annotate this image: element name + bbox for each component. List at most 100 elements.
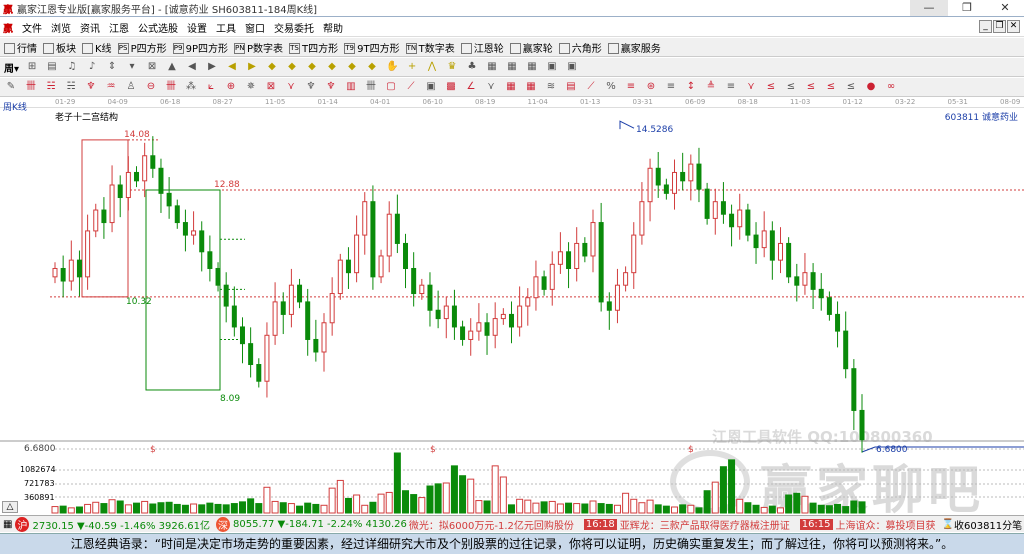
candle-body (239, 326, 245, 345)
candle-body (337, 259, 343, 295)
candle-body (712, 201, 718, 219)
candle-body (843, 330, 849, 370)
volume-bar (817, 504, 825, 514)
volume-bar (801, 495, 809, 514)
candle-body (207, 251, 213, 269)
volume-bar (92, 501, 100, 514)
receive-status: 收603811分笔 (953, 520, 1023, 532)
label-box-low: 8.09 (220, 394, 240, 404)
candle-body (125, 171, 131, 199)
candle-body (321, 322, 327, 353)
volume-bar (565, 502, 573, 514)
volume-bar (149, 503, 157, 514)
candle-body (688, 163, 694, 182)
candle-body (427, 284, 433, 311)
candle-body (288, 284, 294, 315)
candle-body (199, 230, 205, 253)
volume-bar (84, 503, 92, 514)
volume-bar (190, 503, 198, 514)
candle-body (598, 222, 604, 303)
sh-index[interactable]: 2730.15 ▼-40.59 -1.46% 3926.61亿 (32, 517, 210, 532)
volume-bar (157, 502, 165, 514)
volume-bar (279, 502, 287, 514)
volume-bar (622, 492, 630, 514)
status-bar: ▦ 沪 2730.15 ▼-40.59 -1.46% 3926.61亿 深 80… (0, 515, 1024, 532)
volume-bar (597, 503, 605, 514)
volume-bar (630, 498, 638, 514)
volume-bar (59, 505, 67, 514)
volume-bar (402, 490, 410, 514)
volume-bar (834, 503, 842, 514)
collapse-volume-button[interactable]: △ (2, 501, 18, 513)
candle-body (386, 213, 392, 257)
candle-body (566, 251, 572, 269)
volume-bar (116, 500, 124, 514)
volume-bar (507, 504, 515, 514)
news-item-3[interactable]: 上海谊众：募投项目获 (836, 517, 936, 532)
label-peak: 14.5286 (636, 125, 673, 135)
candle-body (769, 230, 775, 261)
candle-body (606, 301, 612, 311)
volume-bar (328, 487, 336, 514)
volume-bar (434, 483, 442, 514)
volume-bar (67, 507, 75, 514)
candle-body (101, 209, 107, 224)
volume-bar (263, 486, 271, 514)
candle-body (508, 313, 514, 328)
volume-bar (312, 503, 320, 514)
volume-bar (141, 500, 149, 514)
candle-body (166, 192, 172, 207)
sz-index[interactable]: 8055.77 ▼-184.71 -2.24% 4130.26 (233, 519, 407, 530)
candle-body (345, 259, 351, 274)
candle-body (810, 272, 816, 290)
news-time-3: 16:15 (799, 518, 833, 530)
volume-bar (703, 490, 711, 514)
news-item-2[interactable]: 亚辉龙：三款产品取得医疗器械注册证 (620, 517, 790, 532)
candle-body (468, 330, 474, 340)
dividend-marker: $ (430, 445, 436, 455)
candle-body (549, 263, 555, 290)
candle-body (158, 167, 164, 194)
volume-bar (768, 505, 776, 514)
volume-bar (679, 504, 687, 514)
candle-body (533, 276, 539, 299)
volume-bar (499, 476, 507, 514)
volume-bar (361, 504, 369, 514)
volume-bar (719, 466, 727, 514)
candle-body (517, 305, 523, 328)
candle-body (411, 267, 417, 295)
price-scale-low: 6.6800 (24, 444, 56, 454)
candle-body (663, 184, 669, 194)
sz-badge: 深 (216, 516, 230, 532)
candle-body (672, 171, 678, 194)
candle-body (362, 201, 368, 236)
volume-bar (426, 485, 434, 514)
candle-body (794, 276, 800, 286)
candle-body (851, 368, 857, 411)
volume-bar (238, 501, 246, 514)
volume-bar (100, 503, 108, 514)
candle-body (525, 297, 531, 307)
candle-body (476, 322, 482, 332)
volume-bar (654, 504, 662, 514)
kline-chart[interactable]: 14.08 12.88 10.32 8.09 14.5286 6.6800 $ $ $ (0, 0, 1024, 514)
volume-bar (206, 502, 214, 514)
news-item-1[interactable]: 微光：拟6000万元-1.2亿元回购股份 (409, 517, 574, 532)
candle-body (859, 409, 865, 441)
volume-bar (320, 504, 328, 514)
volume-bar (638, 502, 646, 514)
volume-bar (516, 498, 524, 514)
volume-bar (744, 502, 752, 514)
volume-bar (181, 504, 189, 514)
volume-bar (377, 493, 385, 514)
candle-body (818, 288, 824, 299)
candle-body (443, 305, 449, 320)
volume-bar (385, 491, 393, 514)
volume-bar (336, 479, 344, 514)
candle-body (557, 251, 563, 265)
label-last-low: 6.6800 (876, 445, 908, 455)
label-box-high: 14.08 (124, 130, 150, 140)
volume-bar (540, 501, 548, 514)
volume-tick-1: 1082674 (20, 465, 56, 474)
candle-body (109, 184, 115, 224)
